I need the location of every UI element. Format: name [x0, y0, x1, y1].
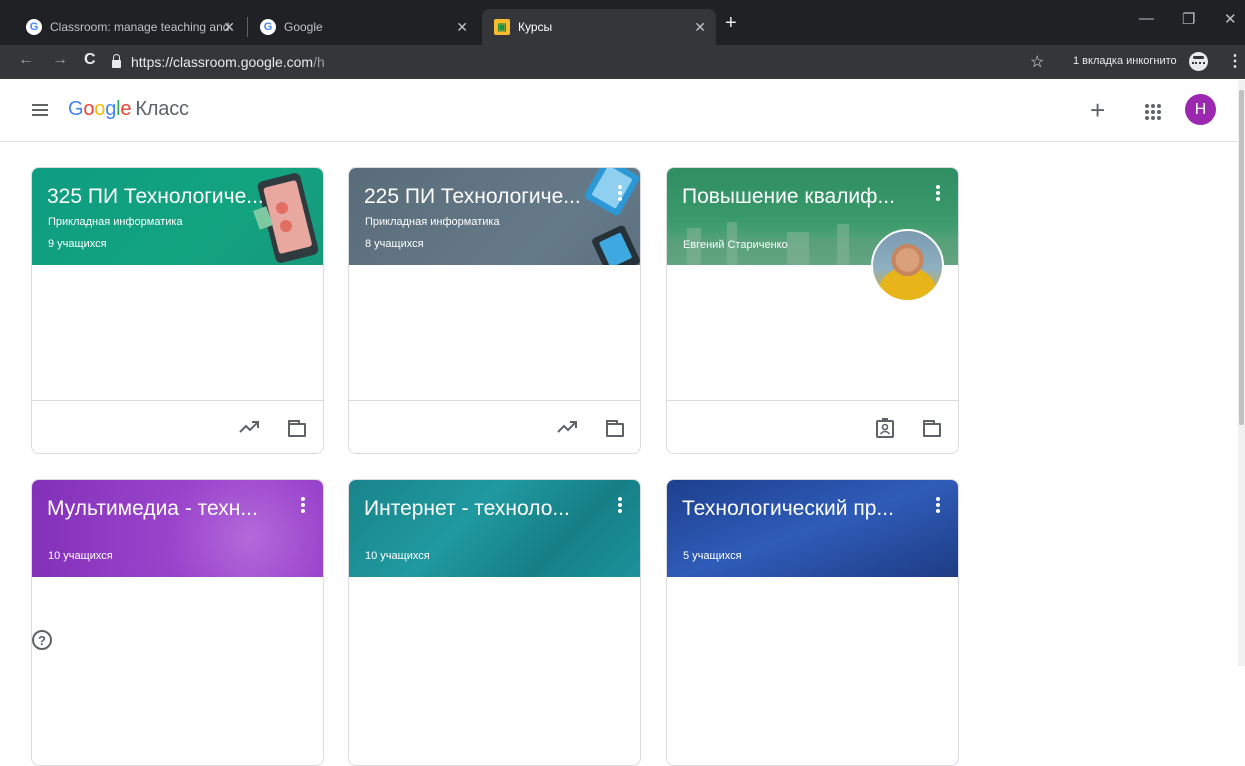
course-card-header[interactable]: 225 ПИ Технологиче... Прикладная информа…	[349, 168, 640, 265]
main-menu-icon[interactable]	[32, 104, 48, 116]
course-card-header[interactable]: Мультимедиа - техн... 10 учащихся	[32, 480, 323, 577]
course-options-icon[interactable]	[936, 185, 940, 201]
course-options-icon[interactable]	[301, 497, 305, 513]
create-or-join-class-button[interactable]: +	[1090, 95, 1105, 126]
course-section: Прикладная информатика	[365, 216, 500, 228]
trending-up-icon[interactable]	[557, 420, 577, 434]
course-title[interactable]: 325 ПИ Технологиче...	[47, 185, 264, 209]
browser-toolbar: ← → C https://classroom.google.com/h ☆ 1…	[0, 45, 1245, 79]
devices-illustration-icon	[584, 168, 640, 265]
student-count: 8 учащихся	[365, 238, 424, 250]
forward-arrow-icon[interactable]: →	[52, 51, 68, 69]
google-favicon-icon: G	[260, 19, 276, 35]
minimize-window-icon[interactable]: —	[1139, 10, 1154, 27]
folder-icon[interactable]	[606, 420, 624, 437]
scrollbar-thumb[interactable]	[1239, 90, 1244, 425]
classroom-logo[interactable]: Google Класс	[68, 98, 189, 121]
course-title[interactable]: Технологический пр...	[682, 497, 894, 521]
portfolio-icon[interactable]	[876, 418, 894, 438]
course-card[interactable]: 225 ПИ Технологиче... Прикладная информа…	[348, 167, 641, 454]
google-apps-icon[interactable]	[1145, 104, 1161, 120]
student-count: 9 учащихся	[48, 238, 107, 250]
course-card[interactable]: Технологический пр... 5 учащихся	[666, 479, 959, 766]
course-card-header[interactable]: Интернет - техноло... 10 учащихся	[349, 480, 640, 577]
incognito-label[interactable]: 1 вкладка инкогнито	[1073, 55, 1177, 67]
course-card-footer	[667, 400, 958, 453]
new-tab-button[interactable]: +	[725, 12, 737, 35]
close-tab-icon[interactable]: ✕	[223, 19, 235, 36]
student-count: 10 учащихся	[365, 550, 430, 562]
course-card-footer	[32, 400, 323, 453]
course-card-header[interactable]: Технологический пр... 5 учащихся	[667, 480, 958, 577]
folder-icon[interactable]	[288, 420, 306, 437]
teacher-avatar	[871, 229, 944, 302]
course-card-footer	[349, 400, 640, 453]
close-tab-icon[interactable]: ✕	[456, 19, 468, 36]
url-host: https://classroom.google.com	[131, 54, 314, 70]
browser-tab-courses[interactable]: ▣ Курсы ✕	[482, 9, 716, 45]
course-options-icon[interactable]	[618, 185, 622, 201]
classroom-favicon-icon: ▣	[494, 19, 510, 35]
reload-icon[interactable]: C	[84, 51, 96, 69]
lock-icon	[112, 54, 121, 68]
course-title[interactable]: 225 ПИ Технологиче...	[364, 185, 581, 209]
logo-google-text: Google	[68, 98, 132, 120]
course-title[interactable]: Интернет - техноло...	[364, 497, 570, 521]
logo-product-name: Класс	[135, 98, 189, 120]
incognito-icon[interactable]	[1189, 52, 1208, 71]
chrome-menu-icon[interactable]: ⋮	[1227, 51, 1243, 71]
account-avatar[interactable]: Н	[1185, 94, 1216, 125]
course-card-header[interactable]: 325 ПИ Технологиче... Прикладная информа…	[32, 168, 323, 265]
help-icon[interactable]: ?	[32, 630, 52, 650]
course-card[interactable]: Повышение квалиф... Евгений Стариченко	[666, 167, 959, 454]
url-path: /h	[313, 54, 325, 70]
course-section: Прикладная информатика	[48, 216, 183, 228]
address-bar-input[interactable]: https://classroom.google.com/h	[112, 49, 1052, 75]
bookmark-star-icon[interactable]: ☆	[1030, 52, 1044, 72]
student-count: 5 учащихся	[683, 550, 742, 562]
close-tab-icon[interactable]: ✕	[694, 19, 706, 36]
browser-tab-google[interactable]: G Google ✕	[248, 9, 478, 45]
course-options-icon[interactable]	[936, 497, 940, 513]
browser-tab-strip: G Classroom: manage teaching and ✕ G Goo…	[0, 0, 1245, 45]
tab-title: Курсы	[518, 20, 553, 34]
tab-title: Classroom: manage teaching and	[50, 20, 230, 34]
trending-up-icon[interactable]	[239, 420, 259, 434]
browser-tab-classroom[interactable]: G Classroom: manage teaching and ✕	[14, 9, 239, 45]
folder-icon[interactable]	[923, 420, 941, 437]
course-card[interactable]: Интернет - техноло... 10 учащихся	[348, 479, 641, 766]
back-arrow-icon[interactable]: ←	[18, 51, 34, 69]
course-card[interactable]: Мультимедиа - техн... 10 учащихся	[31, 479, 324, 766]
teacher-name: Евгений Стариченко	[683, 239, 788, 251]
course-title[interactable]: Повышение квалиф...	[682, 185, 895, 209]
student-count: 10 учащихся	[48, 550, 113, 562]
course-card[interactable]: 325 ПИ Технологиче... Прикладная информа…	[31, 167, 324, 454]
course-title[interactable]: Мультимедиа - техн...	[47, 497, 258, 521]
restore-window-icon[interactable]: ❐	[1182, 10, 1195, 28]
google-favicon-icon: G	[26, 19, 42, 35]
course-options-icon[interactable]	[618, 497, 622, 513]
phone-illustration-icon	[253, 173, 319, 263]
classroom-header: Google Класс + Н	[0, 79, 1245, 142]
tab-title: Google	[284, 20, 323, 34]
close-window-icon[interactable]: ✕	[1224, 10, 1237, 28]
